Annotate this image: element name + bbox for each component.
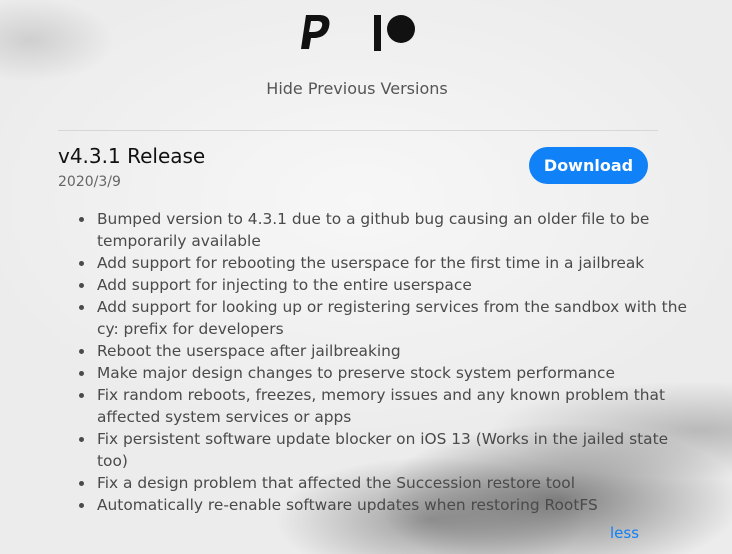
less-link[interactable]: less (610, 524, 639, 542)
list-item: Add support for looking up or registerin… (79, 298, 687, 338)
changelog-list: Bumped version to 4.3.1 due to a github … (70, 208, 687, 516)
list-item: Automatically re-enable software updates… (79, 494, 687, 516)
paypal-icon[interactable] (298, 13, 332, 55)
list-item: Fix random reboots, freezes, memory issu… (79, 384, 687, 428)
list-item: Add support for injecting to the entire … (79, 274, 687, 296)
list-item: Fix a design problem that affected the S… (79, 472, 687, 494)
hide-previous-versions-link[interactable]: Hide Previous Versions (0, 79, 714, 98)
list-item: Add support for rebooting the userspace … (79, 252, 687, 274)
release-date: 2020/3/9 (58, 174, 121, 190)
donation-icons (298, 13, 418, 53)
list-item: Make major design changes to preserve st… (79, 362, 687, 384)
list-item: Reboot the userspace after jailbreaking (79, 340, 687, 362)
list-item: Fix persistent software update blocker o… (79, 428, 687, 472)
patreon-icon[interactable] (372, 13, 416, 57)
release-title: v4.3.1 Release (58, 144, 206, 168)
download-button[interactable]: Download (529, 147, 648, 184)
list-item: Bumped version to 4.3.1 due to a github … (79, 208, 687, 252)
divider (58, 130, 658, 131)
